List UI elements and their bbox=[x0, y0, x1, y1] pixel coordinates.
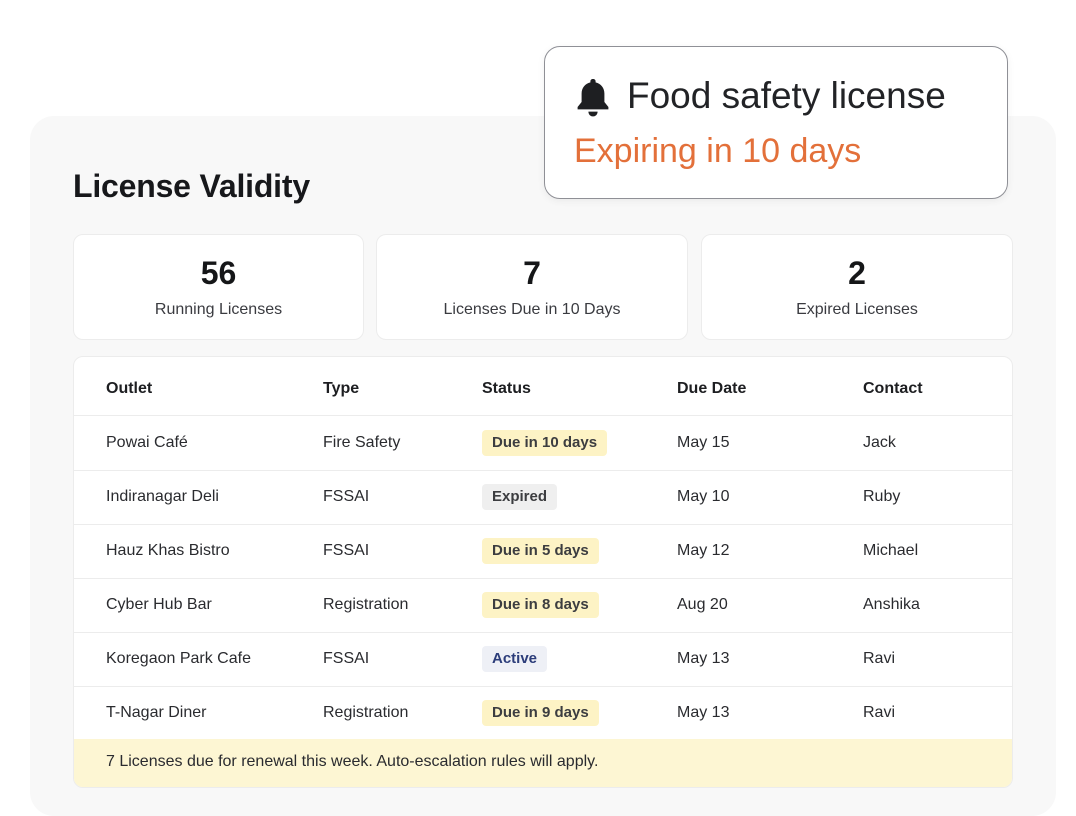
status-badge: Due in 8 days bbox=[482, 591, 599, 618]
status-cell: Due in 9 days bbox=[482, 686, 599, 740]
status-badge: Active bbox=[482, 645, 548, 672]
table-row[interactable]: Cyber Hub Bar Registration Due in 8 days… bbox=[74, 578, 1012, 633]
status-badge: Due in 10 days bbox=[482, 429, 608, 456]
table-row[interactable]: Hauz Khas Bistro FSSAI Due in 5 days May… bbox=[74, 524, 1012, 579]
status-cell: Due in 5 days bbox=[482, 524, 599, 578]
table-row[interactable]: Koregaon Park Cafe FSSAI Active May 13 R… bbox=[74, 632, 1012, 687]
due-date-cell: May 13 bbox=[677, 650, 730, 667]
type-cell: Registration bbox=[323, 704, 409, 721]
contact-cell: Jack bbox=[863, 434, 896, 451]
contact-cell: Ravi bbox=[863, 704, 896, 721]
bell-icon bbox=[577, 79, 609, 117]
status-badge: Due in 9 days bbox=[482, 699, 599, 726]
outlet-cell: Koregaon Park Cafe bbox=[106, 650, 251, 667]
status-cell: Due in 10 days bbox=[482, 416, 608, 470]
page-title: License Validity bbox=[73, 168, 310, 204]
stat-card-expired: 2 Expired Licenses bbox=[701, 234, 1013, 340]
status-cell: Active bbox=[482, 632, 548, 686]
stat-card-running: 56 Running Licenses bbox=[73, 234, 364, 340]
notification-subtitle: Expiring in 10 days bbox=[574, 132, 862, 170]
due-date-cell: May 13 bbox=[677, 704, 730, 721]
outlet-cell: Indiranagar Deli bbox=[106, 488, 219, 505]
table-row[interactable]: T-Nagar Diner Registration Due in 9 days… bbox=[74, 686, 1012, 740]
table-header: Outlet Type Status Due Date Contact bbox=[74, 362, 1012, 416]
column-header-due-date[interactable]: Due Date bbox=[677, 362, 746, 415]
contact-cell: Ruby bbox=[863, 488, 901, 505]
stat-value: 2 bbox=[848, 255, 866, 291]
type-cell: Fire Safety bbox=[323, 434, 401, 451]
type-cell: FSSAI bbox=[323, 650, 370, 667]
table-row[interactable]: Indiranagar Deli FSSAI Expired May 10 Ru… bbox=[74, 470, 1012, 525]
column-header-contact[interactable]: Contact bbox=[863, 362, 923, 415]
due-date-cell: May 12 bbox=[677, 542, 730, 559]
type-cell: FSSAI bbox=[323, 542, 370, 559]
contact-cell: Anshika bbox=[863, 596, 920, 613]
column-header-outlet[interactable]: Outlet bbox=[106, 362, 152, 415]
notification-title: Food safety license bbox=[627, 75, 946, 116]
type-cell: Registration bbox=[323, 596, 409, 613]
due-date-cell: May 10 bbox=[677, 488, 730, 505]
contact-cell: Ravi bbox=[863, 650, 896, 667]
license-table: Outlet Type Status Due Date Contact Powa… bbox=[73, 356, 1013, 788]
due-date-cell: Aug 20 bbox=[677, 596, 728, 613]
status-cell: Expired bbox=[482, 470, 558, 524]
stat-label: Expired Licenses bbox=[796, 301, 918, 318]
stat-label: Running Licenses bbox=[154, 301, 283, 318]
status-badge: Due in 5 days bbox=[482, 537, 599, 564]
stat-label: Licenses Due in 10 Days bbox=[443, 301, 621, 318]
status-badge: Expired bbox=[482, 483, 558, 510]
stat-value: 7 bbox=[523, 255, 541, 291]
notification-card[interactable]: Food safety license Expiring in 10 days bbox=[544, 46, 1008, 199]
column-header-type[interactable]: Type bbox=[323, 362, 359, 415]
outlet-cell: Hauz Khas Bistro bbox=[106, 542, 230, 559]
outlet-cell: Powai Café bbox=[106, 434, 188, 451]
status-cell: Due in 8 days bbox=[482, 578, 599, 632]
outlet-cell: T-Nagar Diner bbox=[106, 704, 207, 721]
stat-card-due: 7 Licenses Due in 10 Days bbox=[376, 234, 688, 340]
outlet-cell: Cyber Hub Bar bbox=[106, 596, 212, 613]
contact-cell: Michael bbox=[863, 542, 919, 559]
due-date-cell: May 15 bbox=[677, 434, 730, 451]
stat-value: 56 bbox=[200, 255, 237, 291]
type-cell: FSSAI bbox=[323, 488, 370, 505]
table-row[interactable]: Powai Café Fire Safety Due in 10 days Ma… bbox=[74, 416, 1012, 471]
column-header-status[interactable]: Status bbox=[482, 362, 531, 415]
renewal-notice-banner: 7 Licenses due for renewal this week. Au… bbox=[74, 739, 1012, 787]
